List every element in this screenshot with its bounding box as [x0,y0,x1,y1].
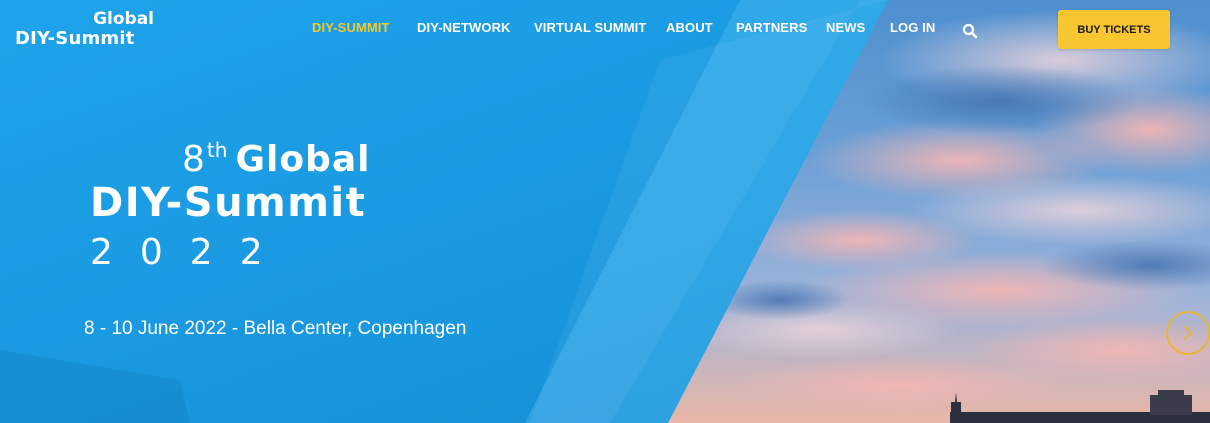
slider-next-button[interactable] [1166,311,1210,355]
search-icon[interactable] [962,23,978,39]
nav-item-partners[interactable]: PARTNERS [736,20,807,35]
logo-line-1: Global [93,9,154,29]
site-logo[interactable]: Global DIY-Summit [15,9,160,49]
logo-line-2: DIY-Summit [15,28,135,49]
hero-title-word: Global [235,139,371,180]
hero-banner: Global DIY-Summit DIY-SUMMIT DIY-NETWORK… [0,0,1210,423]
hero-title-line-2: DIY-Summit [90,180,367,226]
nav-item-news[interactable]: NEWS [826,20,865,35]
nav-item-log-in[interactable]: LOG IN [890,20,935,35]
hero-title-line-1: 8th Global [182,138,370,180]
hero-ordinal-suffix: th [206,138,228,162]
hero-year: 2022 [90,232,290,273]
nav-item-about[interactable]: ABOUT [666,20,713,35]
buy-tickets-button[interactable]: BUY TICKETS [1058,10,1170,49]
nav-item-diy-network[interactable]: DIY-NETWORK [417,20,511,35]
hero-ordinal: 8 [182,139,206,180]
nav-item-diy-summit[interactable]: DIY-SUMMIT [312,20,390,35]
chevron-right-icon [1184,326,1192,340]
nav-item-virtual-summit[interactable]: VIRTUAL SUMMIT [534,20,646,35]
event-info: 8 - 10 June 2022 - Bella Center, Copenha… [84,318,467,339]
